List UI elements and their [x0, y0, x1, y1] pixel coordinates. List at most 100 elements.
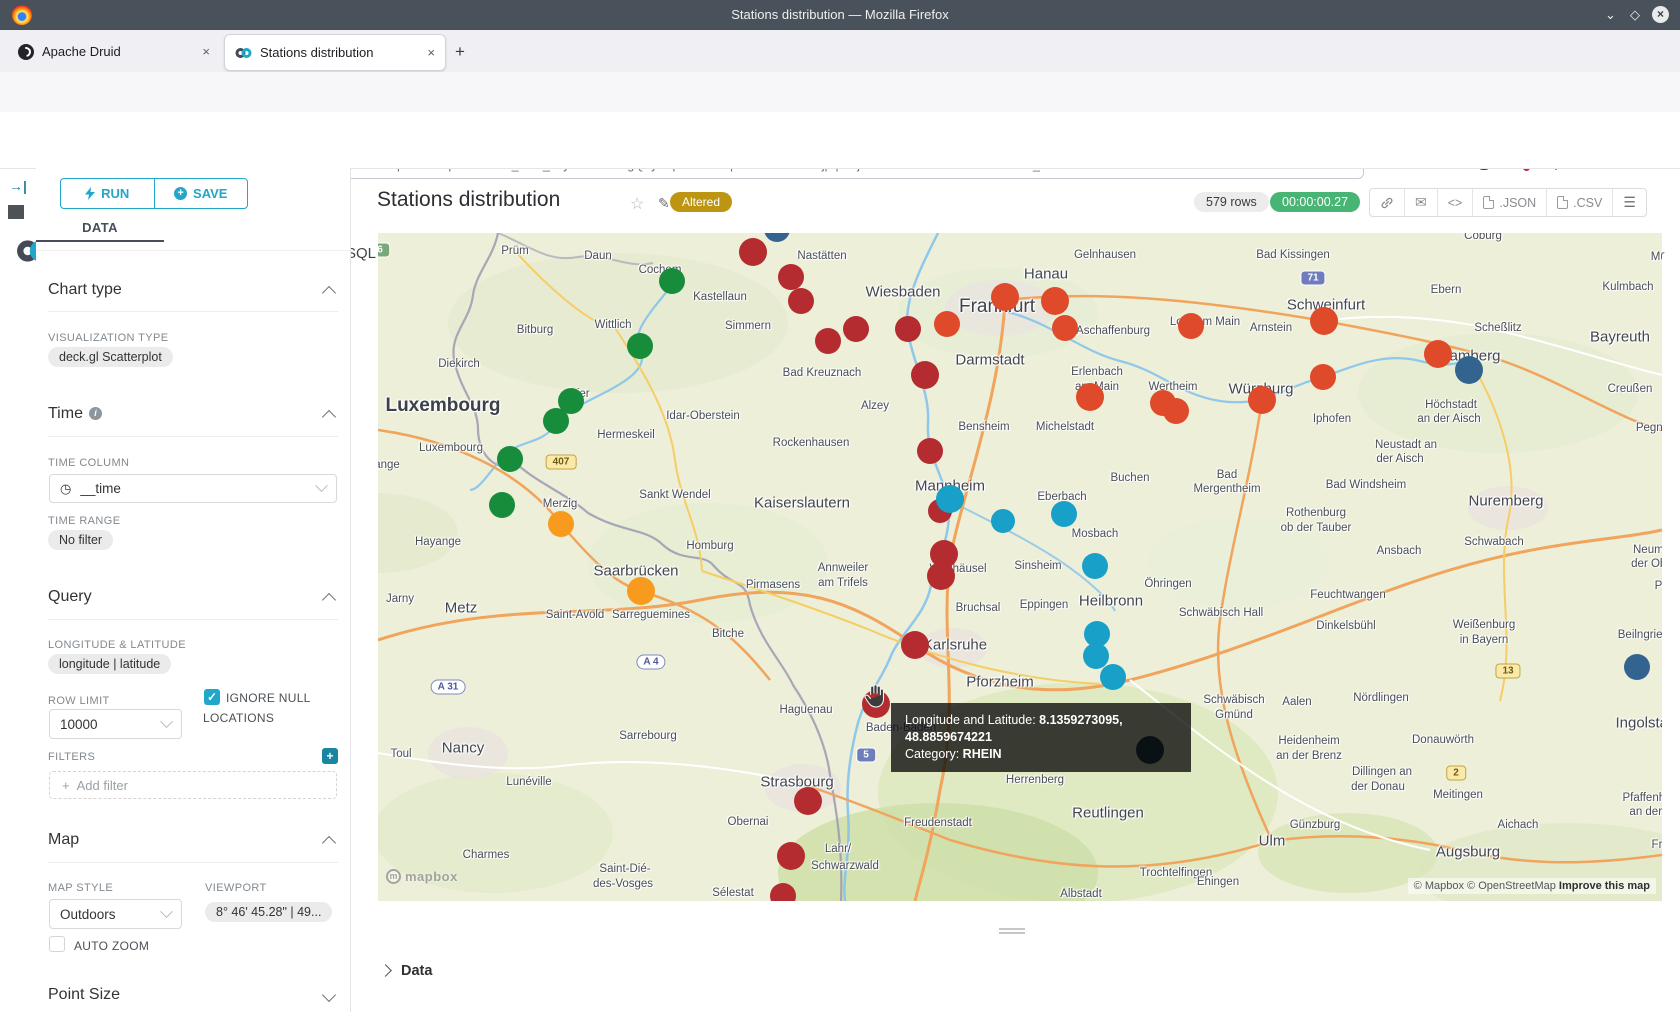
- lonlat-value[interactable]: longitude | latitude: [48, 654, 171, 674]
- tab-stations-distribution[interactable]: Stations distribution ×: [224, 34, 446, 71]
- scatter-point[interactable]: [777, 842, 805, 870]
- scatter-point[interactable]: [543, 408, 569, 434]
- scatter-point[interactable]: [843, 316, 869, 342]
- scatter-point[interactable]: [1041, 287, 1069, 315]
- dataset-grid-icon[interactable]: [8, 205, 24, 219]
- data-panel-toggle[interactable]: Data: [401, 963, 432, 979]
- chevron-up-icon[interactable]: [322, 593, 336, 607]
- scatter-point[interactable]: [901, 631, 929, 659]
- ignore-null-checkbox[interactable]: ✓: [204, 689, 220, 705]
- run-button[interactable]: RUN: [61, 179, 154, 208]
- new-tab-button[interactable]: +: [455, 42, 465, 62]
- scatter-point[interactable]: [788, 288, 814, 314]
- attribution-mapbox[interactable]: © Mapbox: [1414, 880, 1464, 892]
- viz-type-value[interactable]: deck.gl Scatterplot: [48, 347, 173, 367]
- scatter-point[interactable]: [1178, 313, 1204, 339]
- scatter-point[interactable]: [1624, 654, 1650, 680]
- scatter-point[interactable]: [1455, 356, 1483, 384]
- scatter-point[interactable]: [991, 509, 1015, 533]
- scatter-point[interactable]: [991, 283, 1019, 311]
- code-icon: <>: [1448, 196, 1463, 210]
- section-time[interactable]: Timei: [48, 405, 102, 423]
- attribution-improve-link[interactable]: Improve this map: [1559, 880, 1650, 892]
- mapbox-logo[interactable]: m mapbox: [386, 869, 458, 884]
- scatter-point[interactable]: [497, 446, 523, 472]
- chevron-up-icon[interactable]: [322, 836, 336, 850]
- scatter-point[interactable]: [917, 438, 943, 464]
- scatter-point[interactable]: [927, 562, 955, 590]
- scatter-point[interactable]: [1082, 553, 1108, 579]
- window-minimize-icon[interactable]: ⌄: [1605, 7, 1616, 23]
- scatter-point[interactable]: [1052, 315, 1078, 341]
- scatter-point[interactable]: [1100, 664, 1126, 690]
- section-map[interactable]: Map: [48, 831, 79, 849]
- scatter-point[interactable]: [659, 268, 685, 294]
- map-label: Coburg: [1464, 233, 1502, 242]
- export-csv-button[interactable]: .CSV: [1546, 189, 1612, 216]
- scatter-point[interactable]: [1163, 398, 1189, 424]
- scatter-point[interactable]: [895, 316, 921, 342]
- scatter-point[interactable]: [778, 264, 804, 290]
- scatter-point[interactable]: [1424, 340, 1452, 368]
- scatter-point[interactable]: [936, 485, 964, 513]
- scatter-point[interactable]: [1248, 386, 1276, 414]
- scatter-point[interactable]: [1076, 383, 1104, 411]
- copy-link-button[interactable]: [1370, 189, 1404, 216]
- chevron-up-icon[interactable]: [322, 286, 336, 300]
- add-filter-plus-button[interactable]: +: [322, 748, 338, 764]
- scatter-point[interactable]: [548, 511, 574, 537]
- scatter-point[interactable]: [794, 787, 822, 815]
- section-chart-type[interactable]: Chart type: [48, 281, 122, 299]
- chevron-up-icon[interactable]: [322, 410, 336, 424]
- altered-badge[interactable]: Altered: [670, 192, 732, 212]
- export-json-button[interactable]: .JSON: [1472, 189, 1546, 216]
- scatter-point[interactable]: [815, 328, 841, 354]
- section-query[interactable]: Query: [48, 588, 92, 606]
- favorite-star-icon[interactable]: ☆: [630, 194, 644, 214]
- scatter-point[interactable]: [739, 238, 767, 266]
- embed-code-button[interactable]: <>: [1437, 189, 1473, 216]
- time-column-select[interactable]: ◷ __time: [49, 474, 337, 503]
- scatter-point[interactable]: [627, 577, 655, 605]
- row-limit-label: ROW LIMIT: [48, 695, 110, 707]
- hamburger-icon: ☰: [1623, 194, 1636, 211]
- map-label: Merzig: [543, 498, 578, 510]
- browser-toolbar: ← → ⟳ 172.18.0.4:32251/superset/explore/…: [0, 72, 1680, 113]
- section-point-size[interactable]: Point Size: [48, 986, 120, 1004]
- tab-data[interactable]: DATA: [36, 220, 164, 235]
- email-button[interactable]: ✉: [1404, 189, 1437, 216]
- deckgl-scatter-map[interactable]: PrümDaunCochemKastellaunSimmernBitburgWi…: [378, 233, 1662, 901]
- tab-close-icon[interactable]: ×: [202, 44, 210, 59]
- save-button[interactable]: + SAVE: [154, 179, 248, 208]
- route-shield: 13: [1495, 664, 1520, 679]
- map-label: Homburg: [686, 540, 733, 552]
- add-filter-box[interactable]: + Add filter: [49, 771, 337, 799]
- map-label: Hanau: [1024, 266, 1068, 283]
- chart-title: Stations distribution: [377, 188, 560, 212]
- scatter-point[interactable]: [1051, 501, 1077, 527]
- scatter-point[interactable]: [627, 333, 653, 359]
- tab-close-icon[interactable]: ×: [427, 45, 435, 60]
- auto-zoom-checkbox[interactable]: [49, 936, 65, 952]
- row-limit-select[interactable]: 10000: [49, 709, 182, 739]
- time-range-value[interactable]: No filter: [48, 530, 113, 550]
- map-label: Obernai: [728, 816, 769, 828]
- window-close-icon[interactable]: ×: [1652, 6, 1669, 23]
- panel-resize-handle[interactable]: [999, 928, 1025, 930]
- map-style-select[interactable]: Outdoors: [49, 899, 182, 929]
- scatter-point[interactable]: [1310, 364, 1336, 390]
- scatter-point[interactable]: [911, 361, 939, 389]
- chevron-right-icon[interactable]: [379, 964, 392, 977]
- viewport-value[interactable]: 8° 46' 45.28" | 49...: [205, 902, 332, 922]
- tab-apache-druid[interactable]: Apache Druid ×: [8, 34, 220, 69]
- chevron-down-icon[interactable]: [322, 988, 336, 1002]
- window-restore-icon[interactable]: ◇: [1630, 7, 1640, 23]
- chart-menu-button[interactable]: ☰: [1612, 189, 1646, 216]
- attribution-osm[interactable]: © OpenStreetMap: [1467, 880, 1556, 892]
- scatter-point[interactable]: [489, 492, 515, 518]
- map-label: Dillingen an: [1352, 766, 1412, 778]
- scatter-point[interactable]: [1310, 307, 1338, 335]
- edit-pencil-icon[interactable]: ✎: [658, 195, 670, 212]
- collapse-panel-icon[interactable]: →|: [9, 178, 27, 194]
- scatter-point[interactable]: [934, 311, 960, 337]
